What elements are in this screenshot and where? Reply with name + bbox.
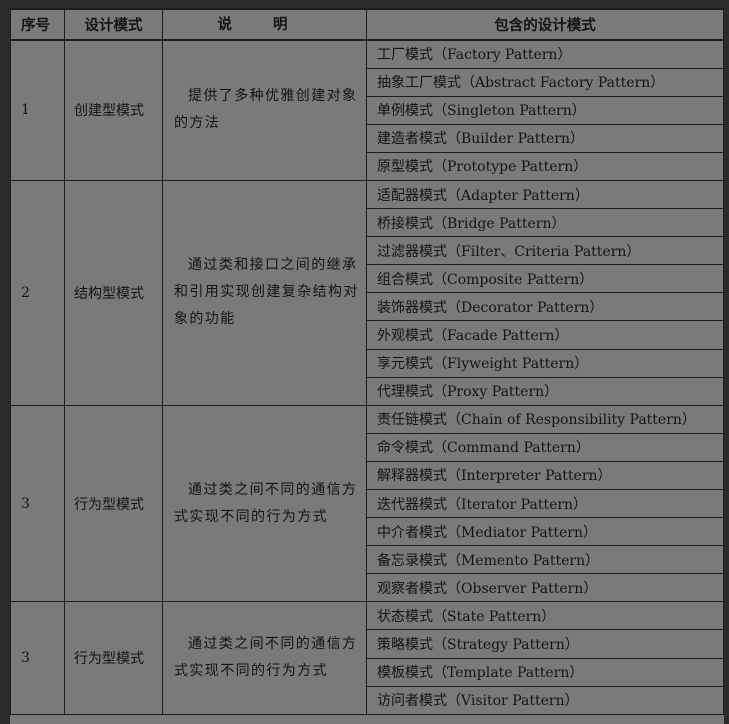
group-category-cell: 行为型模式 bbox=[64, 601, 163, 715]
table-row: 3 行为型模式 通过类之间不同的通信方式实现不同的行为方式 责任链模式（Chain o… bbox=[10, 404, 724, 603]
pattern-cell: 责任链模式（Chain of Responsibility Pattern） bbox=[366, 404, 724, 434]
pattern-cell: 单例模式（Singleton Pattern） bbox=[366, 95, 724, 125]
document-frame: 序号 设计模式 说 明 包含的设计模式 1 创建型模式 提供了多种优雅创建对象的方法… bbox=[0, 0, 729, 724]
header-row: 序号 设计模式 说 明 包含的设计模式 bbox=[10, 8, 724, 41]
pattern-cell: 解释器模式（Interpreter Pattern） bbox=[366, 460, 724, 491]
pattern-cell: 代理模式（Proxy Pattern） bbox=[366, 376, 724, 406]
pattern-cell: 适配器模式（Adapter Pattern） bbox=[366, 179, 724, 210]
design-patterns-table: 序号 设计模式 说 明 包含的设计模式 1 创建型模式 提供了多种优雅创建对象的方法… bbox=[10, 8, 724, 715]
pattern-cell: 原型模式（Prototype Pattern） bbox=[366, 151, 724, 181]
table-row: 3 行为型模式 通过类之间不同的通信方式实现不同的行为方式 状态模式（State Pa… bbox=[10, 601, 724, 715]
pattern-cell: 组合模式（Composite Pattern） bbox=[366, 264, 724, 294]
pattern-cell: 享元模式（Flyweight Pattern） bbox=[366, 348, 724, 378]
group-category-cell: 结构型模式 bbox=[64, 179, 163, 406]
group-description-text: 通过类之间不同的通信方式实现不同的行为方式 bbox=[174, 636, 358, 680]
design-patterns-table-wrapper: 序号 设计模式 说 明 包含的设计模式 1 创建型模式 提供了多种优雅创建对象的方法… bbox=[8, 8, 724, 724]
group-category-cell: 行为型模式 bbox=[64, 404, 163, 603]
header-description: 说 明 bbox=[162, 8, 367, 41]
pattern-cell: 模板模式（Template Pattern） bbox=[366, 657, 724, 687]
pattern-cell: 观察者模式（Observer Pattern） bbox=[366, 573, 724, 603]
group-description-cell: 通过类之间不同的通信方式实现不同的行为方式 bbox=[162, 601, 367, 715]
pattern-cell: 命令模式（Command Pattern） bbox=[366, 432, 724, 462]
group-index-cell: 2 bbox=[10, 179, 65, 406]
group-description-text: 通过类和接口之间的继承和引用实现创建复杂结构对象的功能 bbox=[174, 257, 359, 328]
pattern-cell: 外观模式（Facade Pattern） bbox=[366, 320, 724, 350]
header-category: 设计模式 bbox=[64, 8, 163, 41]
header-index: 序号 bbox=[10, 8, 65, 41]
table-header: 序号 设计模式 说 明 包含的设计模式 bbox=[10, 8, 724, 41]
group-description-text: 提供了多种优雅创建对象的方法 bbox=[174, 88, 358, 132]
pattern-cell: 备忘录模式（Memento Pattern） bbox=[366, 545, 724, 575]
group-index-cell: 3 bbox=[10, 404, 65, 603]
pattern-cell: 策略模式（Strategy Pattern） bbox=[366, 629, 724, 659]
group-description-cell: 提供了多种优雅创建对象的方法 bbox=[162, 39, 367, 181]
pattern-cell: 建造者模式（Builder Pattern） bbox=[366, 123, 724, 153]
group-index-cell: 3 bbox=[10, 601, 65, 715]
pattern-cell: 桥接模式（Bridge Pattern） bbox=[366, 208, 724, 238]
pattern-cell: 迭代器模式（Iterator Pattern） bbox=[366, 488, 724, 519]
pattern-cell: 访问者模式（Visitor Pattern） bbox=[366, 685, 724, 715]
group-category-cell: 创建型模式 bbox=[64, 39, 163, 181]
pattern-cell: 工厂模式（Factory Pattern） bbox=[366, 39, 724, 69]
pattern-cell: 抽象工厂模式（Abstract Factory Pattern） bbox=[366, 67, 724, 97]
pattern-cell: 中介者模式（Mediator Pattern） bbox=[366, 517, 724, 547]
group-description-cell: 通过类之间不同的通信方式实现不同的行为方式 bbox=[162, 404, 367, 603]
table-row: 1 创建型模式 提供了多种优雅创建对象的方法 工厂模式（Factory Pattern… bbox=[10, 39, 724, 181]
group-description-text: 通过类之间不同的通信方式实现不同的行为方式 bbox=[174, 481, 358, 525]
group-description-cell: 通过类和接口之间的继承和引用实现创建复杂结构对象的功能 bbox=[162, 179, 367, 406]
pattern-cell: 过滤器模式（Filter、Criteria Pattern） bbox=[366, 236, 724, 266]
pattern-cell: 装饰器模式（Decorator Pattern） bbox=[366, 292, 724, 322]
table-row: 2 结构型模式 通过类和接口之间的继承和引用实现创建复杂结构对象的功能 适配器模式（A… bbox=[10, 179, 724, 406]
header-patterns: 包含的设计模式 bbox=[366, 8, 724, 41]
table-body: 1 创建型模式 提供了多种优雅创建对象的方法 工厂模式（Factory Pattern… bbox=[10, 39, 724, 715]
group-index-cell: 1 bbox=[10, 39, 65, 181]
pattern-cell: 状态模式（State Pattern） bbox=[366, 601, 724, 631]
